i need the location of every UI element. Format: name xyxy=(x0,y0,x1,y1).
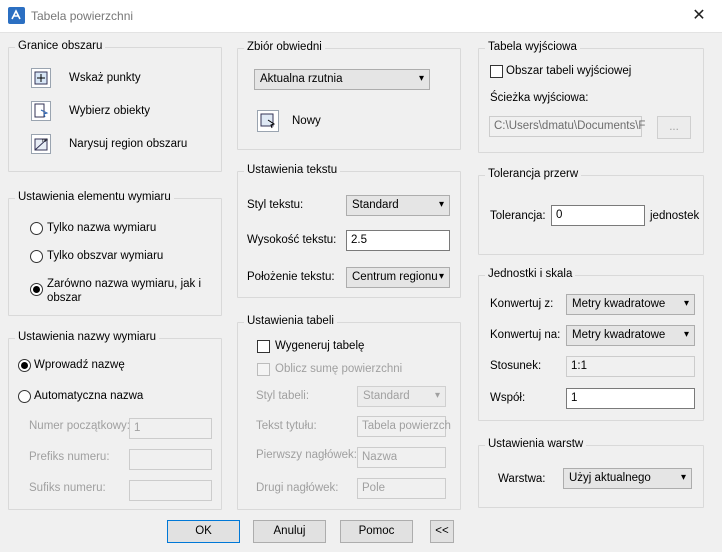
radio-wprowadz-nazwe[interactable] xyxy=(18,359,31,372)
konwertuj-na-label: Konwertuj na: xyxy=(490,329,561,341)
pomoc-button[interactable]: Pomoc xyxy=(340,520,413,543)
radio-label[interactable]: Wprowadź nazwę xyxy=(34,359,125,371)
warstwa-label: Warstwa: xyxy=(498,473,546,485)
title-bar: Tabela powierzchni ✕ xyxy=(0,0,722,33)
nowy-button[interactable]: Nowy xyxy=(292,115,321,127)
sufiks-input xyxy=(129,480,212,501)
chevron-down-icon: ▾ xyxy=(438,199,444,210)
tolerancja-input[interactable]: 0 xyxy=(551,205,645,226)
naglowek1-label: Pierwszy nagłówek: xyxy=(256,449,357,461)
app-icon xyxy=(8,7,25,24)
radio-tylko-nazwa[interactable] xyxy=(30,222,43,235)
polozenie-select[interactable]: Centrum regionu ▾ xyxy=(346,267,450,288)
radio-automatyczna-nazwa[interactable] xyxy=(18,390,31,403)
group-zbior-obwiedni xyxy=(237,48,461,150)
wybierz-obiekty-button[interactable]: Wybierz obiekty xyxy=(69,105,150,117)
group-title: Ustawienia tabeli xyxy=(244,315,337,327)
radio-tylko-obszar[interactable] xyxy=(30,250,43,263)
new-boundary-icon[interactable] xyxy=(257,110,279,132)
styl-tekstu-label: Styl tekstu: xyxy=(247,199,304,211)
radio-label-line2[interactable]: obszar xyxy=(47,292,82,304)
group-title: Ustawienia tekstu xyxy=(244,164,341,176)
wygeneruj-checkbox[interactable] xyxy=(257,340,270,353)
collapse-button[interactable]: << xyxy=(430,520,454,543)
window-title: Tabela powierzchni xyxy=(31,9,134,23)
stosunek-label: Stosunek: xyxy=(490,360,542,372)
polozenie-label: Położenie tekstu: xyxy=(247,271,335,283)
prefiks-input xyxy=(129,449,212,470)
styl-tabeli-select: Standard ▾ xyxy=(357,386,446,407)
group-title: Jednostki i skala xyxy=(485,268,576,280)
numer-input: 1 xyxy=(129,418,212,439)
group-title: Tolerancja przerw xyxy=(485,168,582,180)
group-title: Ustawienia warstw xyxy=(485,438,587,450)
radio-zarowno[interactable] xyxy=(30,283,43,296)
numer-label: Numer początkowy: xyxy=(29,420,130,432)
oblicz-checkbox xyxy=(257,363,270,376)
chevron-down-icon: ▾ xyxy=(438,271,444,282)
radio-label[interactable]: Tylko obszvar wymiaru xyxy=(47,250,163,262)
pick-points-icon[interactable] xyxy=(31,68,51,88)
sufiks-label: Sufiks numeru: xyxy=(29,482,106,494)
konwertuj-z-select[interactable]: Metry kwadratowe ▾ xyxy=(566,294,695,315)
sciezka-label: Ścieżka wyjściowa: xyxy=(490,92,589,104)
wspol-input[interactable]: 1 xyxy=(566,388,695,409)
radio-label[interactable]: Tylko nazwa wymiaru xyxy=(47,222,156,234)
styl-tabeli-label: Styl tabeli: xyxy=(256,390,310,402)
ok-button[interactable]: OK xyxy=(167,520,240,543)
naglowek2-input: Pole xyxy=(357,478,446,499)
group-title: Zbiór obwiedni xyxy=(244,41,325,53)
zbior-select[interactable]: Aktualna rzutnia ▾ xyxy=(254,69,430,90)
naglowek2-label: Drugi nagłówek: xyxy=(256,482,339,494)
chevron-down-icon: ▾ xyxy=(434,390,440,401)
oblicz-label: Oblicz sumę powierzchni xyxy=(275,363,403,375)
narysuj-region-button[interactable]: Narysuj region obszaru xyxy=(69,138,187,150)
wysokosc-input[interactable]: 2.5 xyxy=(346,230,450,251)
svg-text:m²: m² xyxy=(42,138,48,144)
group-title: Ustawienia elementu wymiaru xyxy=(15,191,174,203)
wskaz-punkty-button[interactable]: Wskaż punkty xyxy=(69,72,141,84)
wygeneruj-label[interactable]: Wygeneruj tabelę xyxy=(275,340,364,352)
group-title: Tabela wyjściowa xyxy=(485,41,580,53)
obszar-tabeli-label[interactable]: Obszar tabeli wyjściowej xyxy=(506,65,631,77)
prefiks-label: Prefiks numeru: xyxy=(29,451,110,463)
chevron-down-icon: ▾ xyxy=(418,73,424,84)
tolerancja-label: Tolerancja: xyxy=(490,210,546,222)
wysokosc-label: Wysokość tekstu: xyxy=(247,234,337,246)
radio-label[interactable]: Zarówno nazwa wymiaru, jak i xyxy=(47,278,201,290)
chevron-down-icon: ▾ xyxy=(680,472,686,483)
obszar-tabeli-checkbox[interactable] xyxy=(490,65,503,78)
tytul-input: Tabela powierzch xyxy=(357,416,451,437)
draw-region-icon[interactable]: m² xyxy=(31,134,51,154)
close-icon[interactable]: ✕ xyxy=(686,4,712,28)
konwertuj-z-label: Konwertuj z: xyxy=(490,298,554,310)
konwertuj-na-select[interactable]: Metry kwadratowe ▾ xyxy=(566,325,695,346)
tolerancja-unit: jednostek xyxy=(650,210,700,222)
group-title: Granice obszaru xyxy=(15,40,106,52)
radio-label[interactable]: Automatyczna nazwa xyxy=(34,390,143,402)
naglowek1-input: Nazwa xyxy=(357,447,446,468)
wspol-label: Współ: xyxy=(490,392,526,404)
select-objects-icon[interactable] xyxy=(31,101,51,121)
anuluj-button[interactable]: Anuluj xyxy=(253,520,326,543)
group-title: Ustawienia nazwy wymiaru xyxy=(15,331,160,343)
chevron-down-icon: ▾ xyxy=(683,329,689,340)
tytul-label: Tekst tytułu: xyxy=(256,420,317,432)
chevron-down-icon: ▾ xyxy=(683,298,689,309)
stosunek-value: 1:1 xyxy=(566,356,695,377)
browse-button: ... xyxy=(657,116,691,139)
styl-tekstu-select[interactable]: Standard ▾ xyxy=(346,195,450,216)
warstwa-select[interactable]: Użyj aktualnego ▾ xyxy=(563,468,692,489)
sciezka-input: C:\Users\dmatu\Documents\F xyxy=(489,116,645,137)
